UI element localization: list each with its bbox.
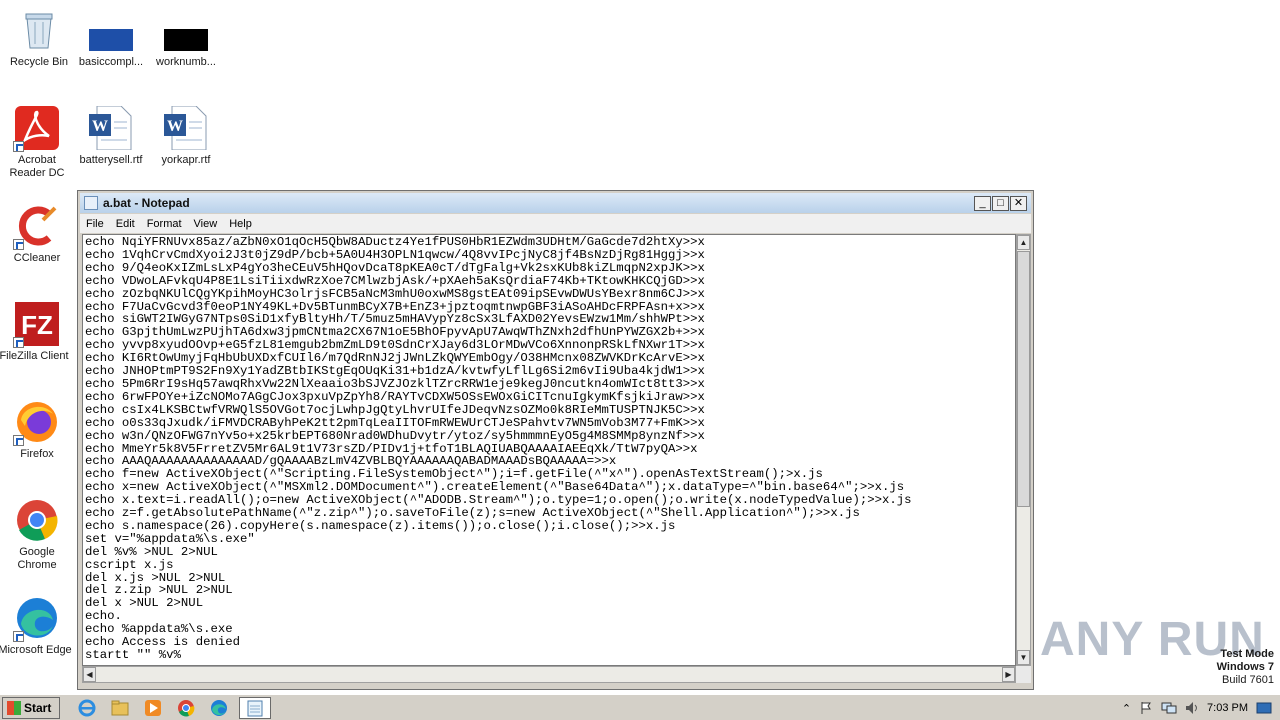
desktop-icon-label: CCleaner	[13, 252, 61, 264]
desktop-icon-basiccompl[interactable]: basiccompl...	[72, 8, 150, 69]
build-line: Build 7601	[1222, 674, 1274, 686]
minimize-button[interactable]: _	[974, 196, 991, 211]
start-button[interactable]: Start	[2, 696, 61, 719]
windows-logo-icon	[7, 700, 21, 715]
maximize-button[interactable]: □	[992, 196, 1009, 211]
shortcut-arrow-icon	[13, 337, 24, 348]
network-icon[interactable]	[1161, 701, 1177, 715]
scroll-up-arrow-icon[interactable]: ▲	[1017, 235, 1030, 250]
menu-file[interactable]: File	[80, 218, 110, 230]
windows-version-line: Windows 7	[1216, 661, 1274, 673]
scroll-right-arrow-icon[interactable]: ▶	[1002, 667, 1015, 682]
taskbar-chrome[interactable]	[173, 697, 199, 719]
desktop-icon-chrome[interactable]: Google Chrome	[0, 498, 76, 572]
notepad-icon	[247, 700, 263, 716]
desktop-icon-worknumb[interactable]: worknumb...	[147, 8, 225, 69]
volume-icon[interactable]	[1185, 701, 1199, 715]
desktop-icon-firefox[interactable]: Firefox	[0, 400, 76, 461]
editor-content[interactable]: echo NqiYFRNUvx85az/aZbN0xO1qOcH5QbW8ADu…	[85, 236, 912, 662]
desktop-icon-recycle-bin[interactable]: Recycle Bin	[0, 8, 78, 69]
test-mode-notice: Test Mode Windows 7 Build 7601	[1217, 648, 1274, 687]
chrome-icon	[178, 699, 195, 717]
scroll-left-arrow-icon[interactable]: ◀	[83, 667, 96, 682]
desktop-icon-label: Recycle Bin	[9, 56, 69, 68]
recycle-bin-icon	[17, 8, 61, 52]
desktop-icon-label: worknumb...	[156, 56, 216, 68]
resize-grip[interactable]	[1016, 666, 1031, 683]
svg-text:FZ: FZ	[21, 310, 53, 340]
shortcut-arrow-icon	[13, 631, 24, 642]
desktop-icon-label: Microsoft Edge	[0, 644, 72, 656]
system-tray: ⌃ 7:03 PM	[1122, 695, 1280, 720]
notepad-icon	[84, 196, 98, 210]
close-button[interactable]: ✕	[1010, 196, 1027, 211]
acrobat-icon	[13, 106, 59, 152]
edge-icon	[211, 699, 228, 716]
taskbar-explorer[interactable]	[107, 697, 133, 719]
desktop-icon-edge[interactable]: Microsoft Edge	[0, 596, 76, 657]
test-mode-line: Test Mode	[1220, 648, 1274, 660]
horizontal-scrollbar[interactable]: ◀ ▶	[82, 666, 1016, 683]
shortcut-arrow-icon	[13, 435, 24, 446]
desktop-icon-label: batterysell.rtf	[79, 154, 143, 166]
ccleaner-icon	[13, 204, 59, 250]
file-icon	[89, 8, 133, 52]
menu-format[interactable]: Format	[141, 218, 188, 230]
desktop-icon-label: Firefox	[20, 448, 54, 460]
taskbar: Start ⌃ 7:03 PM	[0, 694, 1280, 720]
desktop-icon-label: yorkapr.rtf	[161, 154, 211, 166]
scroll-thumb[interactable]	[1017, 251, 1030, 507]
desktop-icon-label: FileZilla Client	[0, 350, 69, 362]
filezilla-icon: FZ	[13, 302, 59, 348]
edge-icon	[13, 596, 59, 642]
tray-expand-icon[interactable]: ⌃	[1122, 702, 1131, 715]
svg-text:W: W	[92, 118, 108, 135]
taskbar-edge[interactable]	[206, 697, 232, 719]
word-document-icon: W	[164, 105, 208, 151]
scroll-down-arrow-icon[interactable]: ▼	[1017, 650, 1030, 665]
desktop-icon-ccleaner[interactable]: CCleaner	[0, 204, 76, 265]
taskbar-notepad[interactable]	[239, 696, 272, 719]
start-label: Start	[24, 700, 52, 715]
text-editor[interactable]: echo NqiYFRNUvx85az/aZbN0xO1qOcH5QbW8ADu…	[82, 234, 1016, 666]
desktop-icon-label: basiccompl...	[78, 56, 144, 68]
desktop-icon-acrobat[interactable]: Acrobat Reader DC	[0, 106, 76, 180]
flag-icon[interactable]	[1139, 701, 1153, 715]
shortcut-arrow-icon	[13, 239, 24, 250]
taskbar-media-player[interactable]	[140, 697, 166, 719]
notepad-window[interactable]: a.bat - Notepad _ □ ✕ File Edit Format V…	[77, 190, 1034, 690]
firefox-icon	[13, 400, 59, 446]
file-icon	[164, 8, 210, 52]
taskbar-ie[interactable]	[74, 697, 100, 719]
window-title: a.bat - Notepad	[103, 196, 190, 210]
menu-view[interactable]: View	[188, 218, 224, 230]
internet-explorer-icon	[78, 699, 96, 716]
chrome-icon	[15, 498, 59, 542]
desktop-icon-label: Acrobat Reader DC	[9, 154, 65, 179]
title-bar[interactable]: a.bat - Notepad _ □ ✕	[80, 193, 1031, 213]
desktop-icon-batterysell[interactable]: W batterysell.rtf	[72, 105, 150, 167]
desktop-icon-yorkapr[interactable]: W yorkapr.rtf	[147, 105, 225, 167]
clock[interactable]: 7:03 PM	[1207, 702, 1248, 714]
desktop-icon-label: Google Chrome	[17, 546, 57, 571]
media-player-icon	[145, 699, 162, 716]
menu-help[interactable]: Help	[223, 218, 258, 230]
menu-edit[interactable]: Edit	[110, 218, 141, 230]
svg-text:W: W	[167, 118, 183, 135]
desktop-icon-filezilla[interactable]: FZ FileZilla Client	[0, 302, 76, 363]
word-document-icon: W	[89, 105, 133, 151]
vertical-scrollbar[interactable]: ▲ ▼	[1016, 234, 1031, 666]
shortcut-arrow-icon	[13, 141, 24, 152]
menu-bar: File Edit Format View Help	[80, 214, 1031, 233]
show-desktop-icon[interactable]	[1256, 701, 1272, 715]
folder-icon	[111, 700, 129, 715]
